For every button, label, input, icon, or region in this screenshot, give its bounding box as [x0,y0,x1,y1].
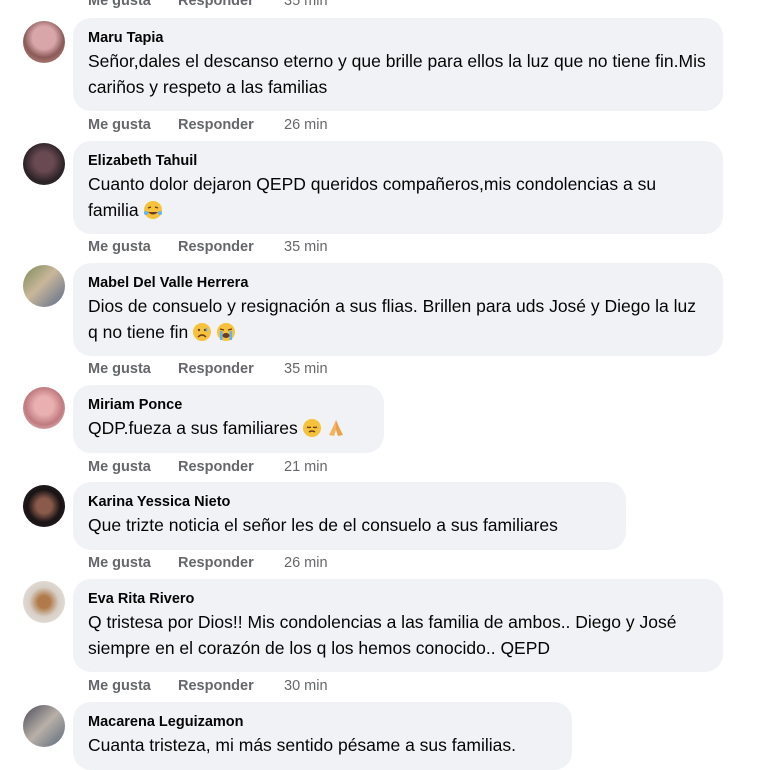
folded-hands-emoji [328,420,343,436]
like-link[interactable]: Me gusta [88,360,178,378]
reply-link[interactable]: Responder [178,0,268,10]
avatar[interactable] [23,581,65,623]
reply-link[interactable]: Responder [178,458,268,476]
comment-author[interactable]: Eva Rita Rivero [88,590,707,608]
comment-text-body: QDP.fueza a sus familiares [88,418,298,438]
crying-laughing-emoji [143,201,162,219]
comment-bubble: Mabel Del Valle Herrera Dios de consuelo… [73,263,723,356]
comment-text-body: Cuanto dolor dejaron QEPD queridos compa… [88,174,661,220]
comment-timestamp[interactable]: 26 min [284,116,328,134]
comment-timestamp[interactable]: 35 min [284,0,328,10]
avatar[interactable] [23,387,65,429]
comment-actions: Me gusta Responder 26 min [88,116,328,134]
reply-link[interactable]: Responder [178,554,268,572]
avatar[interactable] [23,21,65,63]
comment-bubble: Miriam Ponce QDP.fueza a sus familiares [73,385,384,453]
comment-bubble: Karina Yessica Nieto Que trizte noticia … [73,482,626,550]
comment-text: Cuanto dolor dejaron QEPD queridos compa… [88,171,707,223]
reply-link[interactable]: Responder [178,677,268,695]
comment-text: QDP.fueza a sus familiares [88,415,368,441]
comment-bubble: Maru Tapia Señor,dales el descanso etern… [73,18,723,111]
pensive-emoji [302,419,321,437]
comment-actions: Me gusta Responder 35 min [88,238,328,256]
like-link[interactable]: Me gusta [88,0,178,10]
comment-author[interactable]: Mabel Del Valle Herrera [88,274,707,292]
comment-timestamp[interactable]: 30 min [284,677,328,695]
comment-timestamp[interactable]: 26 min [284,554,328,572]
comment-author[interactable]: Macarena Leguizamon [88,713,556,731]
comment-text-body: Dios de consuelo y resignación a sus fli… [88,296,701,342]
comment-text: Q tristesa por Dios!! Mis condolencias a… [88,612,682,658]
like-link[interactable]: Me gusta [88,554,178,572]
comment-timestamp[interactable]: 35 min [284,360,328,378]
comment-author[interactable]: Elizabeth Tahuil [88,152,707,170]
comment-actions: Me gusta Responder 30 min [88,677,328,695]
avatar[interactable] [23,705,65,747]
avatar[interactable] [23,485,65,527]
comment-actions: Me gusta Responder 21 min [88,458,328,476]
sad-relieved-emoji [193,323,212,341]
comment-timestamp[interactable]: 21 min [284,458,328,476]
comment-text: Que trizte noticia el señor les de el co… [88,515,558,535]
comment-author[interactable]: Karina Yessica Nieto [88,493,610,511]
loudly-crying-emoji [217,323,236,341]
comment-text: Señor,dales el descanso eterno y que bri… [88,51,711,97]
like-link[interactable]: Me gusta [88,458,178,476]
comment-author[interactable]: Maru Tapia [88,29,707,47]
like-link[interactable]: Me gusta [88,238,178,256]
comment-bubble: Eva Rita Rivero Q tristesa por Dios!! Mi… [73,579,723,672]
comment-author[interactable]: Miriam Ponce [88,396,368,414]
comment-bubble: Elizabeth Tahuil Cuanto dolor dejaron QE… [73,141,723,234]
comment-text: Cuanta tristeza, mi más sentido pésame a… [88,735,516,755]
avatar[interactable] [23,265,65,307]
like-link[interactable]: Me gusta [88,116,178,134]
reply-link[interactable]: Responder [178,360,268,378]
comment-actions: Me gusta Responder 26 min [88,554,328,572]
like-link[interactable]: Me gusta [88,677,178,695]
comment-actions: Me gusta Responder 35 min [88,0,328,10]
avatar[interactable] [23,143,65,185]
comment-actions: Me gusta Responder 35 min [88,360,328,378]
reply-link[interactable]: Responder [178,116,268,134]
reply-link[interactable]: Responder [178,238,268,256]
comment-bubble: Macarena Leguizamon Cuanta tristeza, mi … [73,702,572,770]
comment-text: Dios de consuelo y resignación a sus fli… [88,293,707,345]
comment-timestamp[interactable]: 35 min [284,238,328,256]
